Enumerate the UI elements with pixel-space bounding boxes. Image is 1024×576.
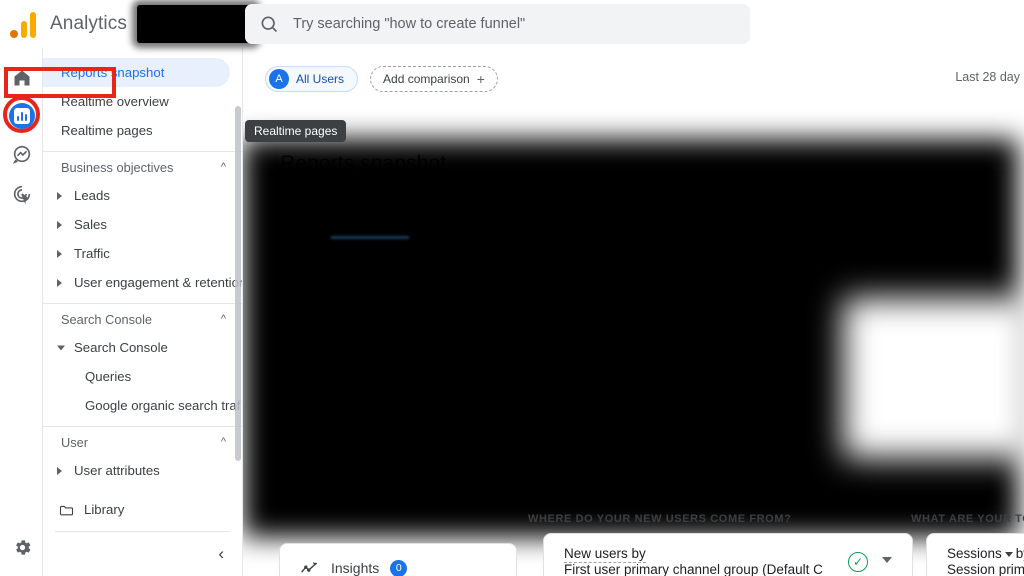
chevron-right-icon <box>57 220 62 229</box>
plus-icon: + <box>476 71 485 87</box>
sidebar-item-reports-snapshot[interactable]: Reports snapshot <box>43 58 230 87</box>
all-users-comparison-chip[interactable]: A All Users <box>265 66 359 92</box>
sidebar-item-label: Google organic search traf… <box>85 398 243 413</box>
add-comparison-label: Add comparison <box>383 72 470 86</box>
sidebar-group-search-console[interactable]: Search Console <box>43 333 242 362</box>
global-search-bar[interactable] <box>245 4 750 44</box>
caption-where-new-users-come-from: WHERE DO YOUR NEW USERS COME FROM? <box>528 513 792 525</box>
top-channels-card-title: Sessions by Session primary ch <box>947 546 1024 576</box>
sidebar-item-label: Realtime pages <box>61 123 153 138</box>
redacted-chart-line <box>331 236 409 239</box>
reports-bar-chart-icon <box>9 103 35 129</box>
chevron-down-icon <box>57 345 65 350</box>
sidebar-item-user-engagement-retention[interactable]: User engagement & retention <box>43 268 242 297</box>
new-users-card-title: New users by First user primary channel … <box>564 546 823 576</box>
chevron-up-icon: ^ <box>220 435 226 448</box>
sidebar-item-realtime-overview[interactable]: Realtime overview <box>43 87 242 116</box>
sidebar-divider <box>55 531 230 532</box>
insights-count-badge: 0 <box>390 559 408 576</box>
reports-sidebar-nav: Reports snapshot Realtime overview Realt… <box>43 48 243 576</box>
explore-icon <box>12 145 31 164</box>
chevron-right-icon <box>57 249 62 258</box>
sidebar-section-label: Search Console <box>61 312 153 327</box>
dashboard-cards-row: Insights 0 WHERE DO YOUR NEW USERS COME … <box>243 503 1024 576</box>
sidebar-item-label: Leads <box>74 188 110 203</box>
new-users-card[interactable]: New users by First user primary channel … <box>543 533 913 576</box>
sidebar-section-label: Business objectives <box>61 160 174 175</box>
rail-explore-button[interactable] <box>10 142 34 166</box>
property-selector-redacted[interactable] <box>136 5 255 43</box>
rail-advertising-button[interactable] <box>10 182 34 206</box>
main-content: A All Users Add comparison + Last 28 day… <box>243 48 1024 576</box>
tooltip-realtime-pages: Realtime pages <box>245 120 347 142</box>
rail-admin-settings-button[interactable] <box>10 535 34 559</box>
avatar: A <box>269 69 289 89</box>
new-users-card-title-line1: New users by <box>564 546 646 563</box>
app-brand-title: Analytics <box>50 13 127 34</box>
all-users-label: All Users <box>296 72 345 86</box>
google-analytics-logo-icon <box>10 10 40 38</box>
home-icon <box>14 70 30 86</box>
sidebar-item-label: Queries <box>85 369 132 384</box>
rail-reports-button[interactable] <box>8 102 36 130</box>
folder-icon <box>59 505 74 515</box>
search-input[interactable] <box>293 16 723 32</box>
top-channels-by-label: by <box>1015 546 1024 561</box>
sidebar-item-sales[interactable]: Sales <box>43 210 242 239</box>
rail-home-button[interactable] <box>10 66 34 90</box>
sidebar-section-business-objectives[interactable]: Business objectives ^ <box>43 151 242 181</box>
sidebar-item-label: Sales <box>74 217 107 232</box>
redacted-dashboard-fade <box>843 298 1024 458</box>
top-header: Analytics <box>0 0 1024 48</box>
comparison-chips-row: A All Users Add comparison + <box>265 66 498 92</box>
add-comparison-button[interactable]: Add comparison + <box>370 66 498 92</box>
sidebar-section-user[interactable]: User ^ <box>43 426 242 456</box>
sidebar-scrollbar[interactable] <box>235 106 241 461</box>
chevron-right-icon <box>57 466 62 475</box>
sidebar-item-label: Search Console <box>74 340 168 355</box>
insights-label: Insights <box>331 560 380 576</box>
sidebar-item-queries[interactable]: Queries <box>43 362 242 391</box>
top-channels-card[interactable]: Sessions by Session primary ch <box>926 533 1024 576</box>
sidebar-item-google-organic-search-traffic[interactable]: Google organic search traf… <box>43 391 242 420</box>
sidebar-item-label: User engagement & retention <box>74 275 243 290</box>
sidebar-item-label: Traffic <box>74 246 110 261</box>
caption-what-are-your-top-channels: WHAT ARE YOUR TOP C <box>911 513 1024 525</box>
chevron-right-icon <box>57 191 62 200</box>
sidebar-item-label: Library <box>84 502 125 517</box>
chevron-down-icon[interactable] <box>882 557 892 563</box>
sidebar-item-label: Realtime overview <box>61 94 169 109</box>
search-icon <box>261 16 278 33</box>
sidebar-item-user-attributes[interactable]: User attributes <box>43 456 242 485</box>
left-icon-rail <box>0 48 43 576</box>
chevron-right-icon <box>57 278 62 287</box>
sidebar-item-leads[interactable]: Leads <box>43 181 242 210</box>
sidebar-item-traffic[interactable]: Traffic <box>43 239 242 268</box>
sidebar-item-realtime-pages[interactable]: Realtime pages <box>43 116 242 145</box>
chevron-down-icon[interactable] <box>1004 551 1013 557</box>
date-range-selector[interactable]: Last 28 day <box>955 70 1020 84</box>
advertising-target-icon <box>13 185 31 205</box>
top-channels-dimension-label: Session primary ch <box>947 562 1024 576</box>
insights-sparkline-icon <box>301 562 318 573</box>
chevron-up-icon: ^ <box>220 312 226 325</box>
sidebar-collapse-button[interactable]: ‹ <box>218 545 224 562</box>
sidebar-section-label: User <box>61 435 89 450</box>
gear-icon <box>15 539 30 555</box>
insights-card[interactable]: Insights 0 <box>279 543 517 576</box>
new-users-card-title-line2: First user primary channel group (Defaul… <box>564 562 823 576</box>
sidebar-item-label: Reports snapshot <box>61 65 165 80</box>
analytics-app: Analytics Try searching "how to create f… <box>0 0 1024 576</box>
sidebar-section-search-console[interactable]: Search Console ^ <box>43 303 242 333</box>
green-check-circle-icon[interactable]: ✓ <box>848 552 868 572</box>
sidebar-item-library[interactable]: Library <box>43 495 242 524</box>
top-channels-metric-label: Sessions <box>947 546 1002 561</box>
sidebar-item-label: User attributes <box>74 463 160 478</box>
chevron-up-icon: ^ <box>220 160 226 173</box>
